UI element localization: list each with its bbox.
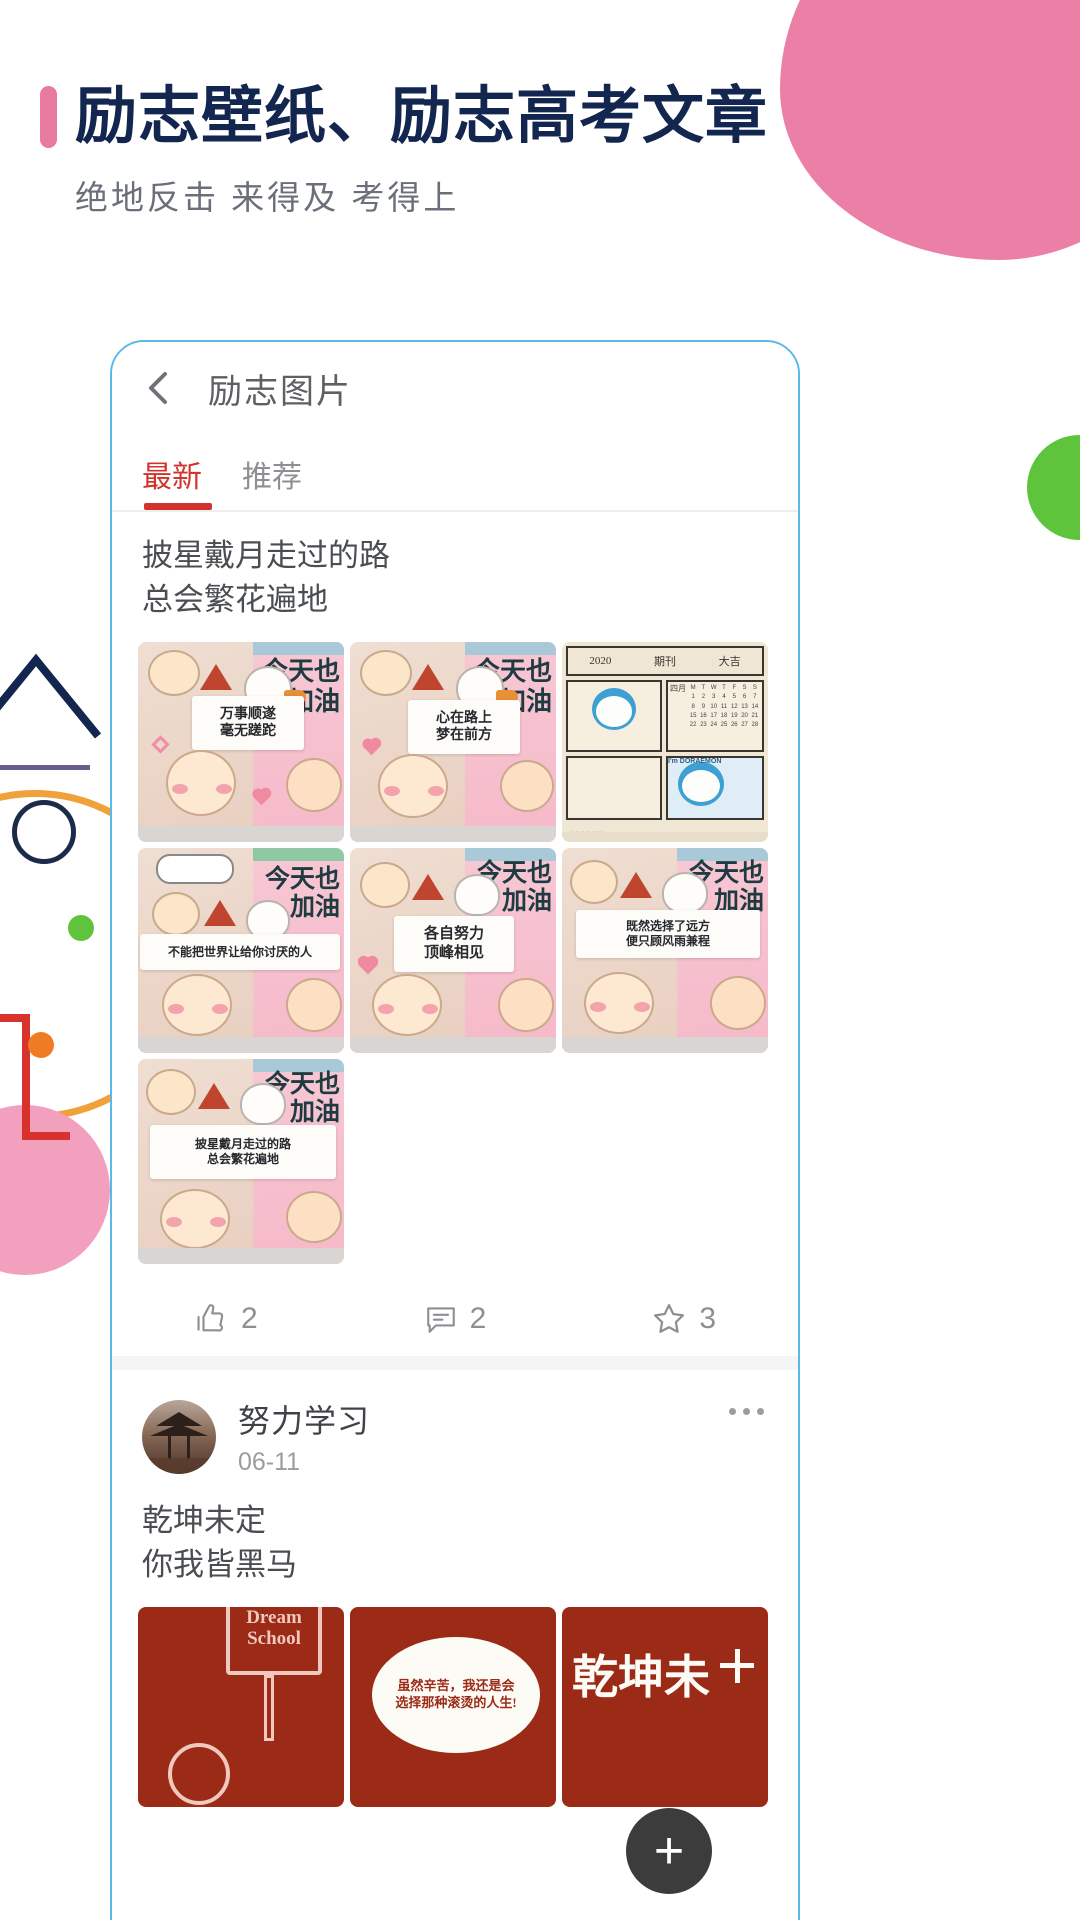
post-1-line-1: 披星戴月走过的路 (142, 538, 390, 573)
post-image-thumbnail[interactable]: 今天也 加油 既然选择了远方 便只顾风雨兼程 (562, 848, 768, 1054)
calendar-month: 四月 (670, 684, 686, 694)
post-2-author-row[interactable]: 努力学习 06-11 (112, 1370, 798, 1477)
image-note-line-1: 心在路上 (436, 710, 492, 726)
post-image-thumbnail[interactable]: 乾坤未 (562, 1607, 768, 1808)
image-sign-line-1: Dream (246, 1607, 302, 1629)
calendar-label: 期刊 (654, 656, 676, 669)
image-bubble-line-1: 虽然辛苦，我还是会 (397, 1678, 515, 1694)
tab-recommended[interactable]: 推荐 (242, 452, 302, 510)
phone-screen-card: 励志图片 最新 推荐 披星戴月走过的路 总会繁花遍地 今天也 加油 万事顺遂 毫… (110, 340, 800, 1920)
comment-count: 2 (469, 1302, 487, 1336)
app-nav-bar: 励志图片 (112, 342, 798, 434)
post-2-line-1: 乾坤未定 (142, 1503, 266, 1539)
post-image-thumbnail[interactable]: Dream School (138, 1607, 344, 1808)
author-name: 努力学习 (238, 1403, 371, 1440)
image-note: 不能把世界让给你讨厌的人 (140, 934, 340, 971)
favorite-button[interactable]: 3 (569, 1301, 798, 1337)
calendar-year: 2020 (589, 655, 612, 668)
chevron-left-icon[interactable] (142, 371, 176, 405)
image-banner-text-2: 加油 (289, 1099, 340, 1127)
post-image-thumbnail[interactable]: 今天也 加油 不能把世界让给你讨厌的人 (138, 848, 344, 1054)
comment-button[interactable]: 2 (341, 1302, 570, 1336)
comment-icon (426, 1307, 455, 1333)
image-note-line-1: 不能把世界让给你讨厌的人 (167, 944, 312, 959)
decorative-blob-green (1027, 435, 1080, 540)
post-1-image-grid: 今天也 加油 万事顺遂 毫无蹉跎 今天也 加油 心在路上 梦在前方 2020 期… (112, 636, 798, 1265)
accent-bar (40, 85, 57, 148)
compose-fab-button[interactable]: + (626, 1808, 712, 1894)
calendar-luck: 大吉 (718, 656, 741, 669)
feed-post-2[interactable]: 努力学习 06-11 乾坤未定 你我皆黑马 Dream School 虽然辛苦，… (112, 1370, 798, 1808)
thumbs-up-icon (197, 1304, 224, 1332)
image-note-line-2: 总会繁花遍地 (206, 1152, 279, 1167)
decorative-dot-orange (28, 1032, 54, 1058)
image-note: 各自努力 顶峰相见 (394, 916, 514, 973)
decorative-dot-green (68, 915, 94, 941)
post-image-thumbnail[interactable]: 虽然辛苦，我还是会 选择那种滚烫的人生! (350, 1607, 556, 1808)
post-2-text: 乾坤未定 你我皆黑马 (112, 1477, 798, 1601)
page-subtitle: 绝地反击 来得及 考得上 (75, 179, 460, 217)
image-note-line-2: 梦在前方 (436, 728, 492, 744)
image-speech-bubble: 虽然辛苦，我还是会 选择那种滚烫的人生! (372, 1637, 540, 1754)
image-big-text: 乾坤未 (572, 1652, 710, 1704)
post-2-author-meta: 努力学习 06-11 (238, 1396, 370, 1477)
post-image-thumbnail[interactable]: 今天也 加油 心在路上 梦在前方 (350, 642, 556, 843)
post-2-line-2: 你我皆黑马 (142, 1547, 297, 1583)
image-note-line-2: 便只顾风雨兼程 (625, 934, 710, 949)
post-image-thumbnail[interactable]: 今天也 加油 各自努力 顶峰相见 (350, 848, 556, 1054)
feed-list: 披星戴月走过的路 总会繁花遍地 今天也 加油 万事顺遂 毫无蹉跎 今天也 加油 … (112, 512, 798, 1808)
image-sign-line-2: School (247, 1628, 301, 1650)
image-note: 披星戴月走过的路 总会繁花遍地 (150, 1125, 336, 1180)
calendar-brand: I'm DORAEMON (668, 758, 722, 766)
image-banner-text-2: 加油 (289, 894, 340, 922)
avatar[interactable] (142, 1399, 216, 1474)
image-banner-text-2: 加油 (501, 888, 552, 916)
hero-header: 励志壁纸、励志高考文章 绝地反击 来得及 考得上 (0, 0, 1080, 219)
post-1-text: 披星戴月走过的路 总会繁花遍地 (112, 512, 798, 636)
image-note: 心在路上 梦在前方 (408, 700, 520, 755)
page-root: 励志壁纸、励志高考文章 绝地反击 来得及 考得上 励志图片 最新 推荐 披星戴月… (0, 0, 1080, 1920)
more-options-icon[interactable] (729, 1408, 764, 1416)
image-note-line-1: 既然选择了远方 (625, 919, 710, 934)
feed-post-1[interactable]: 披星戴月走过的路 总会繁花遍地 今天也 加油 万事顺遂 毫无蹉跎 今天也 加油 … (112, 512, 798, 1371)
image-note-line-1: 披星戴月走过的路 (194, 1137, 291, 1152)
image-sign: Dream School (226, 1607, 322, 1676)
image-note-line-1: 万事顺遂 (220, 706, 276, 722)
decorative-line (0, 765, 90, 770)
image-note-line-2: 毫无蹉跎 (220, 724, 276, 740)
image-bubble-line-2: 选择那种滚烫的人生! (395, 1695, 517, 1711)
decorative-bracket-icon (0, 1014, 70, 1140)
post-1-action-bar: 2 2 3 (112, 1282, 798, 1371)
decorative-circle-navy (12, 800, 76, 864)
post-image-thumbnail[interactable]: 今天也 加油 披星戴月走过的路 总会繁花遍地 (138, 1059, 344, 1265)
nav-title: 励志图片 (208, 372, 352, 411)
image-note-line-2: 顶峰相见 (423, 945, 484, 962)
plus-icon: + (653, 1822, 685, 1880)
tab-latest[interactable]: 最新 (142, 452, 212, 510)
like-button[interactable]: 2 (112, 1302, 341, 1336)
favorite-count: 3 (699, 1302, 717, 1336)
image-note: 既然选择了远方 便只顾风雨兼程 (576, 910, 760, 959)
page-title: 励志壁纸、励志高考文章 (75, 82, 769, 151)
post-2-image-grid: Dream School 虽然辛苦，我还是会 选择那种滚烫的人生! 乾坤未 (112, 1601, 798, 1808)
post-1-line-2: 总会繁花遍地 (142, 582, 328, 618)
hero-title-row: 励志壁纸、励志高考文章 (40, 84, 1080, 149)
image-note: 万事顺遂 毫无蹉跎 (192, 696, 304, 751)
image-banner-text: 今天也 (264, 866, 340, 894)
image-note-line-1: 各自努力 (423, 926, 484, 943)
like-count: 2 (240, 1302, 258, 1336)
post-image-thumbnail[interactable]: 今天也 加油 万事顺遂 毫无蹉跎 (138, 642, 344, 843)
post-date: 06-11 (238, 1448, 301, 1477)
star-icon (654, 1304, 685, 1333)
post-image-thumbnail[interactable]: 2020 期刊 大吉 四月 MTWTFSS 1 2 3 4 5 6 7 8 9 … (562, 642, 768, 843)
tab-bar: 最新 推荐 (112, 434, 798, 512)
decorative-chevron-icon (0, 653, 102, 739)
